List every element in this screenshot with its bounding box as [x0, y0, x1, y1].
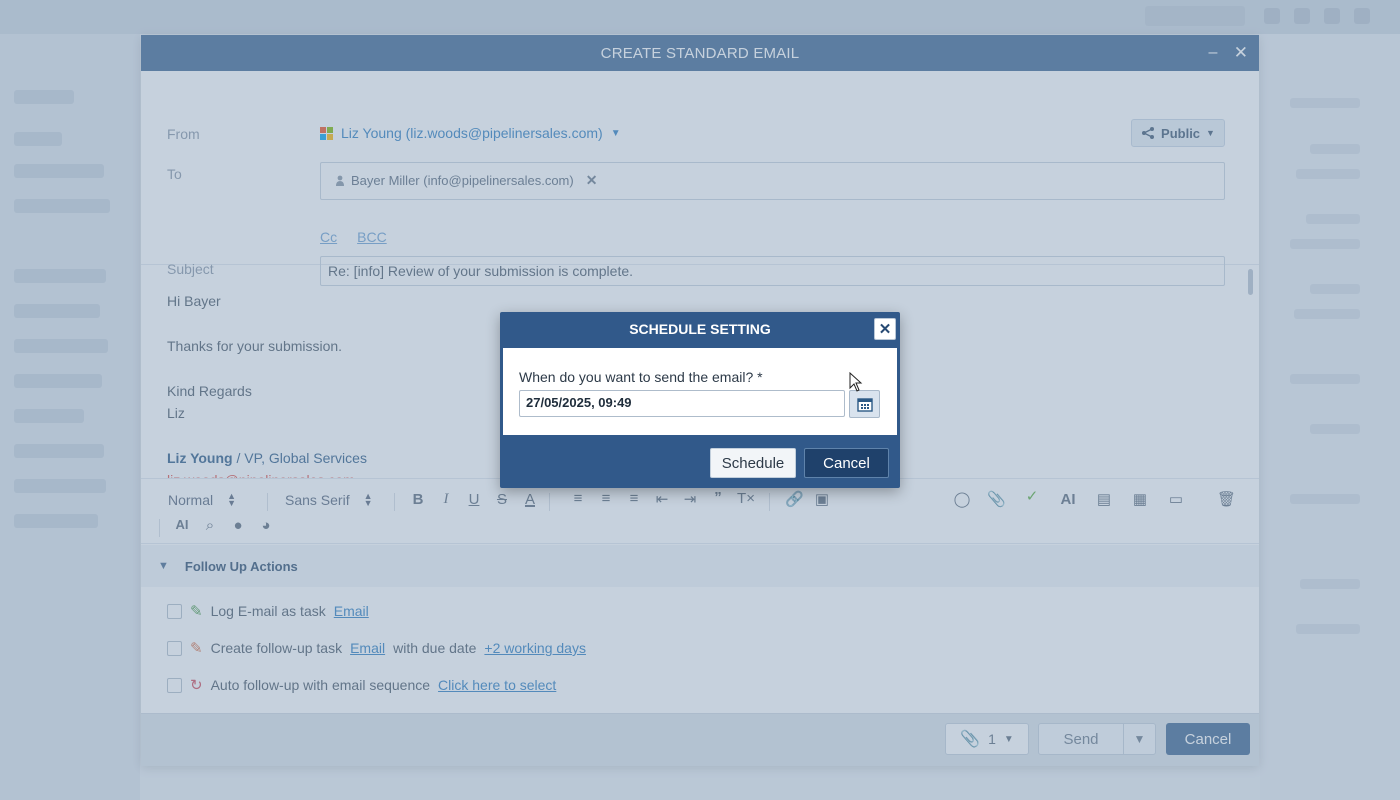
- schedule-dialog-body: When do you want to send the email? * 27…: [503, 348, 897, 435]
- close-icon[interactable]: ✕: [874, 318, 896, 340]
- send-time-question: When do you want to send the email? *: [519, 369, 763, 385]
- schedule-dialog-title: SCHEDULE SETTING: [629, 321, 771, 337]
- calendar-icon: [856, 397, 873, 412]
- calendar-picker-button[interactable]: [849, 390, 880, 418]
- mouse-cursor-icon: [849, 372, 863, 392]
- schedule-dialog-titlebar: SCHEDULE SETTING ✕: [500, 312, 900, 346]
- send-datetime-input[interactable]: 27/05/2025, 09:49: [519, 390, 845, 417]
- schedule-setting-dialog: SCHEDULE SETTING ✕ When do you want to s…: [500, 312, 900, 488]
- schedule-button[interactable]: Schedule: [710, 448, 796, 478]
- cancel-button[interactable]: Cancel: [804, 448, 889, 478]
